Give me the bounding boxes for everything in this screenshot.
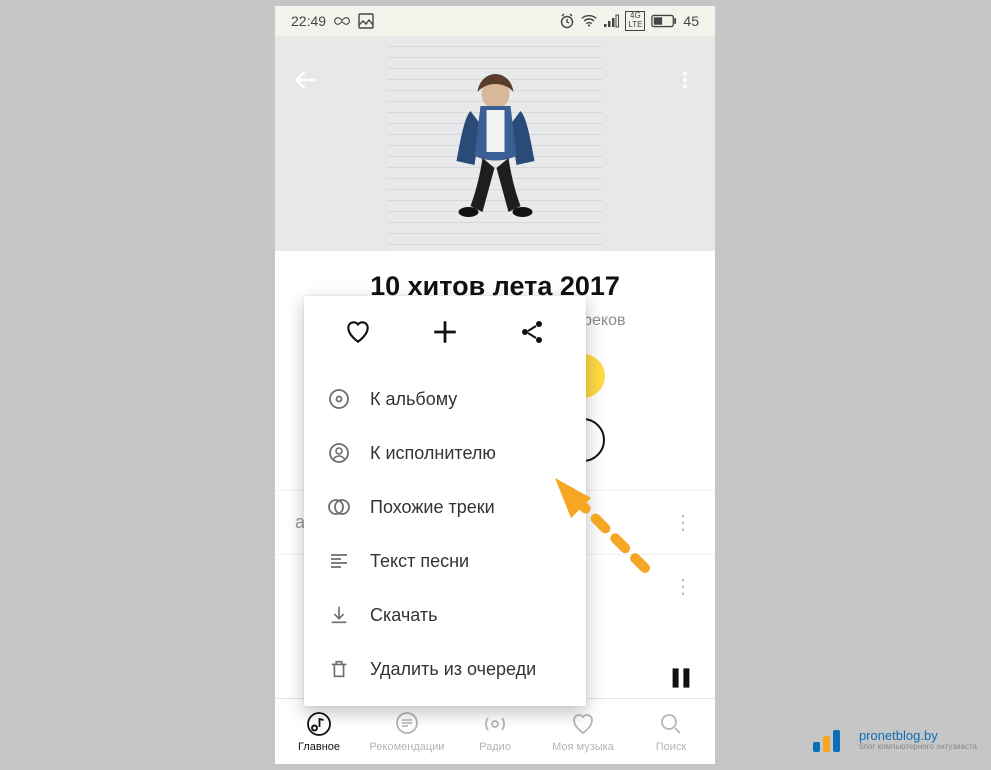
overlap-icon [326, 494, 352, 520]
header-area [275, 36, 715, 251]
nav-label: Рекомендации [370, 741, 445, 753]
like-button[interactable] [342, 316, 374, 348]
menu-similar[interactable]: Похожие треки [304, 480, 586, 534]
trash-icon [326, 656, 352, 682]
status-time: 22:49 [291, 13, 326, 29]
nav-label: Моя музыка [552, 741, 614, 753]
artist-icon [326, 440, 352, 466]
status-left: 22:49 [291, 13, 374, 29]
context-menu: К альбому К исполнителю Похожие треки Те… [304, 296, 586, 706]
download-icon [326, 602, 352, 628]
chat-icon [393, 710, 421, 738]
nav-label: Главное [298, 741, 340, 753]
battery-icon [651, 13, 677, 29]
heart-icon [569, 710, 597, 738]
cell-signal-icon [603, 13, 619, 29]
watermark-text: pronetblog.by [859, 729, 977, 742]
battery-percent: 45 [683, 13, 699, 29]
menu-top-icons [304, 312, 586, 372]
phone-screen: 22:49 4G LTE [275, 6, 715, 764]
page-frame: 22:49 4G LTE [0, 0, 991, 770]
menu-lyrics[interactable]: Текст песни [304, 534, 586, 588]
track-more-icon[interactable]: ⋮ [673, 574, 695, 599]
watermark: pronetblog.by блог компьютерного энтузиа… [811, 726, 977, 754]
radio-icon [481, 710, 509, 738]
menu-item-label: Скачать [370, 605, 438, 626]
add-button[interactable] [429, 316, 461, 348]
nav-home[interactable]: Главное [275, 699, 363, 764]
picture-icon [358, 13, 374, 29]
pause-button[interactable] [661, 658, 701, 698]
note-icon [305, 710, 333, 738]
menu-item-label: К альбому [370, 389, 457, 410]
nav-label: Поиск [656, 741, 686, 753]
nav-mymusic[interactable]: Моя музыка [539, 699, 627, 764]
back-button[interactable] [289, 64, 321, 96]
menu-item-label: Похожие треки [370, 497, 495, 518]
track-more-icon[interactable]: ⋮ [673, 510, 695, 535]
menu-download[interactable]: Скачать [304, 588, 586, 642]
more-button[interactable] [669, 64, 701, 96]
menu-to-album[interactable]: К альбому [304, 372, 586, 426]
search-icon [657, 710, 685, 738]
status-bar: 22:49 4G LTE [275, 6, 715, 36]
nav-radio[interactable]: Радио [451, 699, 539, 764]
nav-search[interactable]: Поиск [627, 699, 715, 764]
menu-to-artist[interactable]: К исполнителю [304, 426, 586, 480]
menu-item-label: Текст песни [370, 551, 469, 572]
bottom-nav: Главное Рекомендации Радио Моя музыка [275, 698, 715, 764]
wifi-icon [581, 13, 597, 29]
share-button[interactable] [516, 316, 548, 348]
menu-item-label: Удалить из очереди [370, 659, 536, 680]
lyrics-icon [326, 548, 352, 574]
cover-person [430, 66, 560, 226]
status-right: 4G LTE 45 [559, 11, 699, 31]
album-cover [388, 36, 603, 251]
network-badge: 4G LTE [625, 11, 645, 31]
disc-icon [326, 386, 352, 412]
alarm-icon [559, 13, 575, 29]
nav-label: Радио [479, 741, 511, 753]
nav-recommend[interactable]: Рекомендации [363, 699, 451, 764]
menu-remove-queue[interactable]: Удалить из очереди [304, 642, 586, 696]
menu-item-label: К исполнителю [370, 443, 496, 464]
watermark-sub: блог компьютерного энтузиаста [859, 742, 977, 751]
infinity-icon [334, 13, 350, 29]
watermark-icon [811, 726, 851, 754]
